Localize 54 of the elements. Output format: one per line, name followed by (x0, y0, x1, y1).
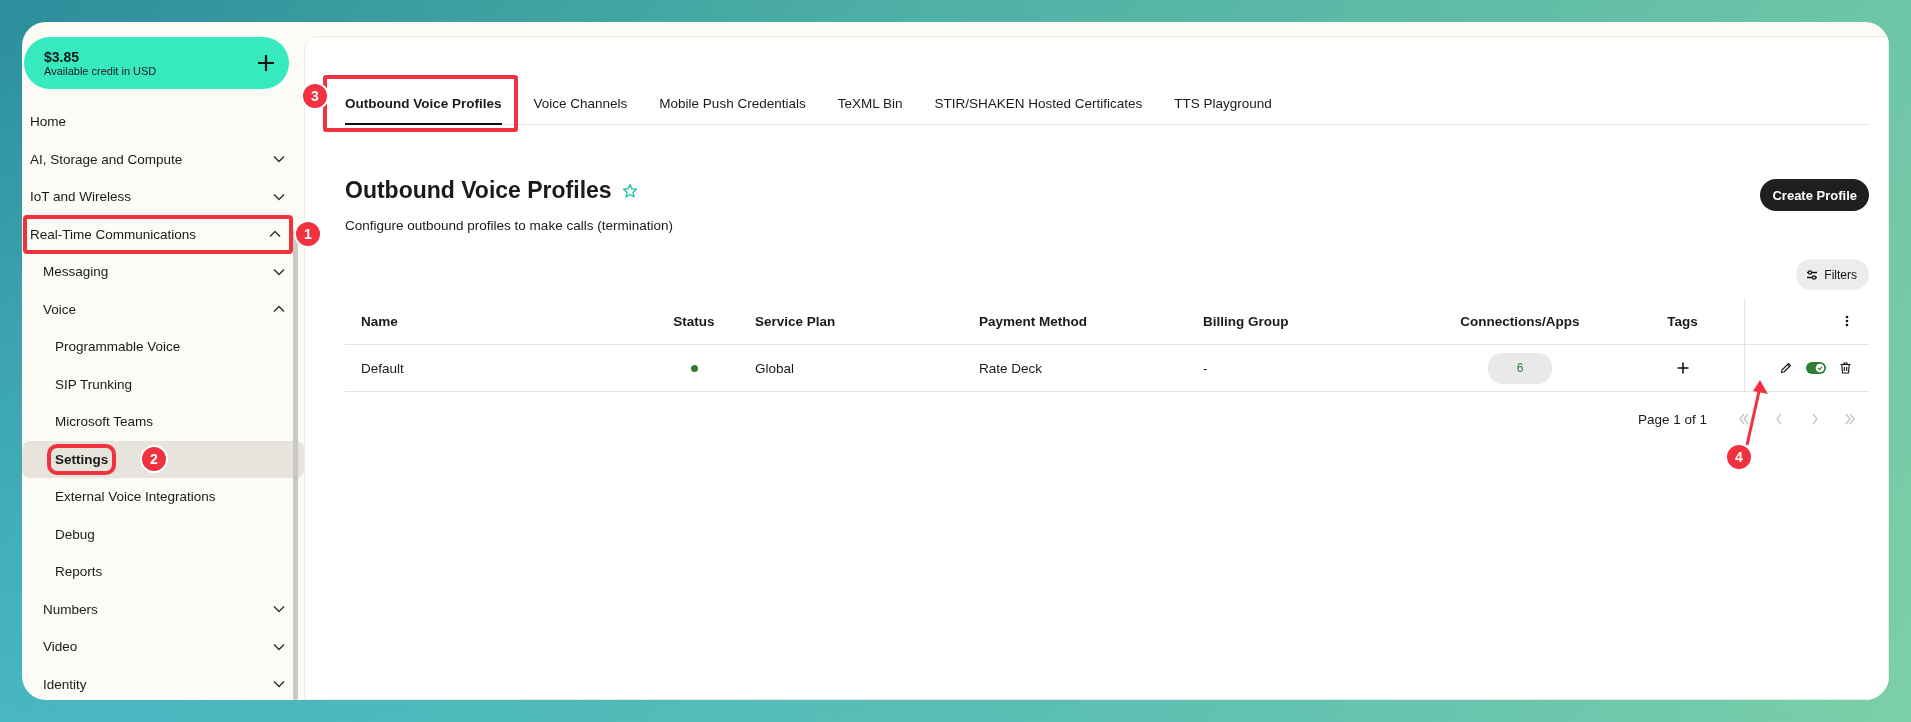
sidebar-item[interactable]: Reports (24, 553, 302, 591)
star-icon[interactable] (621, 182, 638, 199)
create-profile-button[interactable]: Create Profile (1760, 179, 1869, 211)
column-header: Status (649, 298, 739, 345)
add-tag-icon[interactable] (1676, 362, 1689, 374)
sidebar-item[interactable]: Numbers (24, 590, 302, 628)
toggle-switch[interactable] (1806, 362, 1826, 374)
tab[interactable]: TeXML Bin (837, 96, 903, 124)
filters-button[interactable]: Filters (1796, 259, 1869, 290)
page-title: Outbound Voice Profiles (345, 177, 612, 204)
sidebar-item[interactable]: Debug (24, 515, 302, 553)
scrollbar[interactable] (293, 229, 298, 700)
sidebar-item[interactable]: Microsoft Teams (24, 403, 302, 441)
count-pill[interactable]: 6 (1488, 352, 1552, 384)
credit-label: Available credit in USD (44, 65, 158, 77)
tab[interactable]: Mobile Push Credentials (659, 96, 806, 124)
page-subtitle: Configure outbound profiles to make calls (termination) (345, 218, 674, 233)
column-header: Billing Group (1187, 298, 1419, 345)
column-header: Service Plan (739, 298, 963, 345)
plus-icon[interactable] (257, 54, 275, 72)
tab[interactable]: STIR/SHAKEN Hosted Certificates (934, 96, 1143, 124)
sidebar-item[interactable]: Settings 2 (22, 440, 304, 478)
column-header: Connections/Apps (1419, 298, 1621, 345)
callout-badge: 2 (140, 445, 168, 474)
table-cell: - (1187, 345, 1419, 392)
callout-badge: 1 (294, 220, 322, 249)
sidebar-item[interactable]: IoT and Wireless (24, 178, 302, 216)
sidebar-item[interactable]: Video (24, 628, 302, 666)
table-cell: Rate Deck (963, 345, 1187, 392)
table-cell: Global (739, 345, 963, 392)
sidebar-item[interactable]: External Voice Integrations (24, 478, 302, 516)
tab[interactable]: TTS Playground (1174, 96, 1272, 124)
pencil-icon[interactable] (1780, 362, 1792, 374)
tab[interactable]: Outbound Voice Profiles (345, 96, 502, 124)
sidebar-item[interactable]: Messaging (24, 253, 302, 291)
sidebar-item[interactable]: AI, Storage and Compute (24, 140, 302, 178)
credit-amount: $3.85 (44, 49, 81, 65)
trash-icon[interactable] (1840, 362, 1851, 374)
sidebar-item[interactable]: SIP Trunking (24, 365, 302, 403)
sidebar-item[interactable]: Identity (24, 665, 302, 700)
column-header: Tags (1621, 298, 1744, 345)
column-header: Payment Method (963, 298, 1187, 345)
callout-badge: 4 (1725, 443, 1753, 471)
table-cell: Default (345, 345, 649, 392)
sidebar-item[interactable]: Voice (24, 290, 302, 328)
callout-badge: 3 (301, 82, 329, 110)
sidebar-item[interactable]: Programmable Voice (24, 328, 302, 366)
column-header: Name (345, 298, 649, 345)
tab[interactable]: Voice Channels (533, 96, 628, 124)
credit-card[interactable]: $3.85 Available credit in USD (24, 37, 289, 89)
page-indicator: Page 1 of 1 (1637, 411, 1707, 427)
more-icon[interactable] (1845, 315, 1849, 327)
sidebar-item[interactable]: Home (24, 103, 302, 141)
sliders-icon (1806, 268, 1819, 281)
